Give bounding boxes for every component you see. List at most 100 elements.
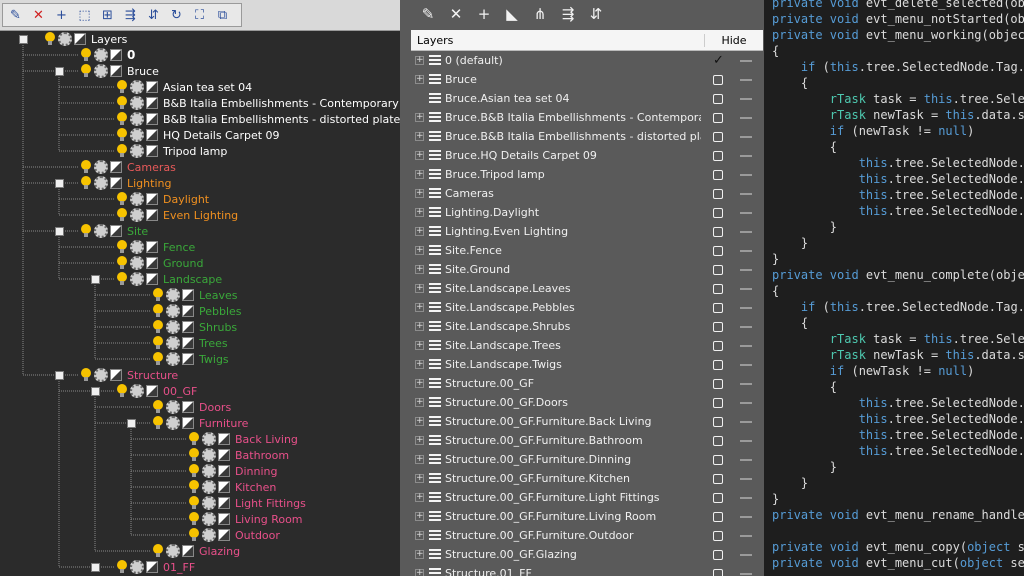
render-gear-icon[interactable] [94,176,108,190]
expand-plus-icon[interactable]: + [415,132,424,141]
render-gear-icon[interactable] [130,192,144,206]
lock-toggle-icon[interactable] [146,209,158,221]
layer-list-row[interactable]: + Structure.00_GF.Doors [411,393,763,412]
expand-plus-icon[interactable]: + [415,398,424,407]
render-gear-icon[interactable] [130,80,144,94]
lock-toggle-icon[interactable] [146,113,158,125]
code-editor[interactable]: private void evt_delete_selected(obj priv… [764,0,1024,576]
tree-node[interactable]: 00_GF [116,383,197,399]
layer-list-row[interactable]: + Site.Landscape.Pebbles [411,298,763,317]
filter-button[interactable]: ⋔ [530,4,550,24]
lightbulb-icon[interactable] [152,400,164,414]
render-gear-icon[interactable] [166,352,180,366]
hide-checkbox[interactable] [713,378,723,389]
layer-list-row[interactable]: + Site.Landscape.Twigs [411,355,763,374]
tree-node[interactable]: Landscape [116,271,222,287]
layer-list-row[interactable]: + Bruce.B&B Italia Embellishments - disto… [411,127,763,146]
tree-node[interactable]: Leaves [152,287,237,303]
expand-toggle[interactable] [55,179,64,188]
hide-checkbox[interactable] [713,435,723,446]
layer-list-row[interactable]: + Site.Landscape.Shrubs [411,317,763,336]
tree-node[interactable]: B&B Italia Embellishments - distorted pl… [116,111,400,127]
lock-toggle-icon[interactable] [110,65,122,77]
lightbulb-icon[interactable] [116,272,128,286]
hide-checkbox[interactable] [713,416,723,427]
layer-list-row[interactable]: + Structure.01_FF [411,564,763,576]
render-gear-icon[interactable] [130,144,144,158]
lock-toggle-icon[interactable] [182,353,194,365]
render-gear-icon[interactable] [94,368,108,382]
tree-node[interactable]: Daylight [116,191,209,207]
tree-node[interactable]: Twigs [152,351,229,367]
visibility-dash-icon[interactable] [740,363,752,366]
lock-toggle-icon[interactable] [146,81,158,93]
tree-node[interactable]: Back Living [188,431,298,447]
layer-list-row[interactable]: + Structure.00_GF.Furniture.Kitchen [411,469,763,488]
layers-tree[interactable]: Layers 0 Bruce Asian tea set 04 B&B Italia E… [0,30,400,576]
hide-checkbox[interactable] [713,302,723,313]
render-gear-icon[interactable] [166,416,180,430]
visibility-dash-icon[interactable] [740,382,752,385]
render-gear-icon[interactable] [130,208,144,222]
lock-toggle-icon[interactable] [146,193,158,205]
lightbulb-icon[interactable] [116,192,128,206]
layer-list-row[interactable]: + Lighting.Daylight [411,203,763,222]
lightbulb-icon[interactable] [116,80,128,94]
tree-node[interactable]: Tripod lamp [116,143,227,159]
lightbulb-icon[interactable] [152,304,164,318]
tree-node[interactable]: Cameras [80,159,176,175]
expand-plus-icon[interactable]: + [415,493,424,502]
render-gear-icon[interactable] [202,464,216,478]
render-gear-icon[interactable] [130,112,144,126]
expand-toggle[interactable] [91,387,100,396]
layer-list-row[interactable]: + Structure.00_GF.Furniture.Back Living [411,412,763,431]
lightbulb-icon[interactable] [116,240,128,254]
expand-plus-icon[interactable]: + [415,474,424,483]
render-gear-icon[interactable] [130,272,144,286]
refresh-button[interactable]: ↻ [167,6,186,25]
tree-node[interactable]: Site [80,223,148,239]
expand-plus-icon[interactable]: + [415,246,424,255]
visibility-dash-icon[interactable] [740,230,752,233]
render-gear-icon[interactable] [94,160,108,174]
tree-node[interactable]: Dinning [188,463,277,479]
layer-list[interactable]: +0 (default) ✓ + Bruce Bruce.Asian tea set 0… [411,51,763,576]
layer-list-row[interactable]: + Bruce.HQ Details Carpet 09 [411,146,763,165]
hide-checkbox[interactable] [713,321,723,332]
render-gear-icon[interactable] [202,448,216,462]
lightbulb-icon[interactable] [116,144,128,158]
tree-node[interactable]: Light Fittings [188,495,306,511]
expand-plus-icon[interactable]: + [415,151,424,160]
hide-checkbox[interactable] [713,245,723,256]
tree-node[interactable]: Outdoor [188,527,280,543]
tree-node[interactable]: Fence [116,239,195,255]
expand-plus-icon[interactable]: + [415,113,424,122]
lock-toggle-icon[interactable] [182,337,194,349]
tree-node[interactable]: Ground [116,255,203,271]
visibility-dash-icon[interactable] [740,268,752,271]
plus-button[interactable]: + [52,6,71,25]
visibility-dash-icon[interactable] [740,344,752,347]
lightbulb-icon[interactable] [152,416,164,430]
lightbulb-icon[interactable] [116,96,128,110]
visibility-dash-icon[interactable] [740,173,752,176]
render-gear-icon[interactable] [166,336,180,350]
hide-checkbox[interactable] [713,226,723,237]
expand-toggle[interactable] [91,563,100,572]
tree-node[interactable]: Lighting [80,175,171,191]
tree-node[interactable]: Even Lighting [116,207,238,223]
expand-toggle[interactable] [55,67,64,76]
lightbulb-icon[interactable] [188,512,200,526]
layer-list-row[interactable]: + Site.Fence [411,241,763,260]
close-button[interactable]: ✕ [446,4,466,24]
layer-list-row[interactable]: + Structure.00_GF.Furniture.Outdoor [411,526,763,545]
render-gear-icon[interactable] [166,288,180,302]
visibility-dash-icon[interactable] [740,116,752,119]
visibility-dash-icon[interactable] [740,325,752,328]
tree-node[interactable]: Kitchen [188,479,276,495]
lock-toggle-icon[interactable] [146,561,158,573]
select-objects-button[interactable]: ⊞ [98,6,117,25]
visibility-dash-icon[interactable] [740,477,752,480]
expand-toggle[interactable] [91,275,100,284]
visibility-dash-icon[interactable] [740,192,752,195]
